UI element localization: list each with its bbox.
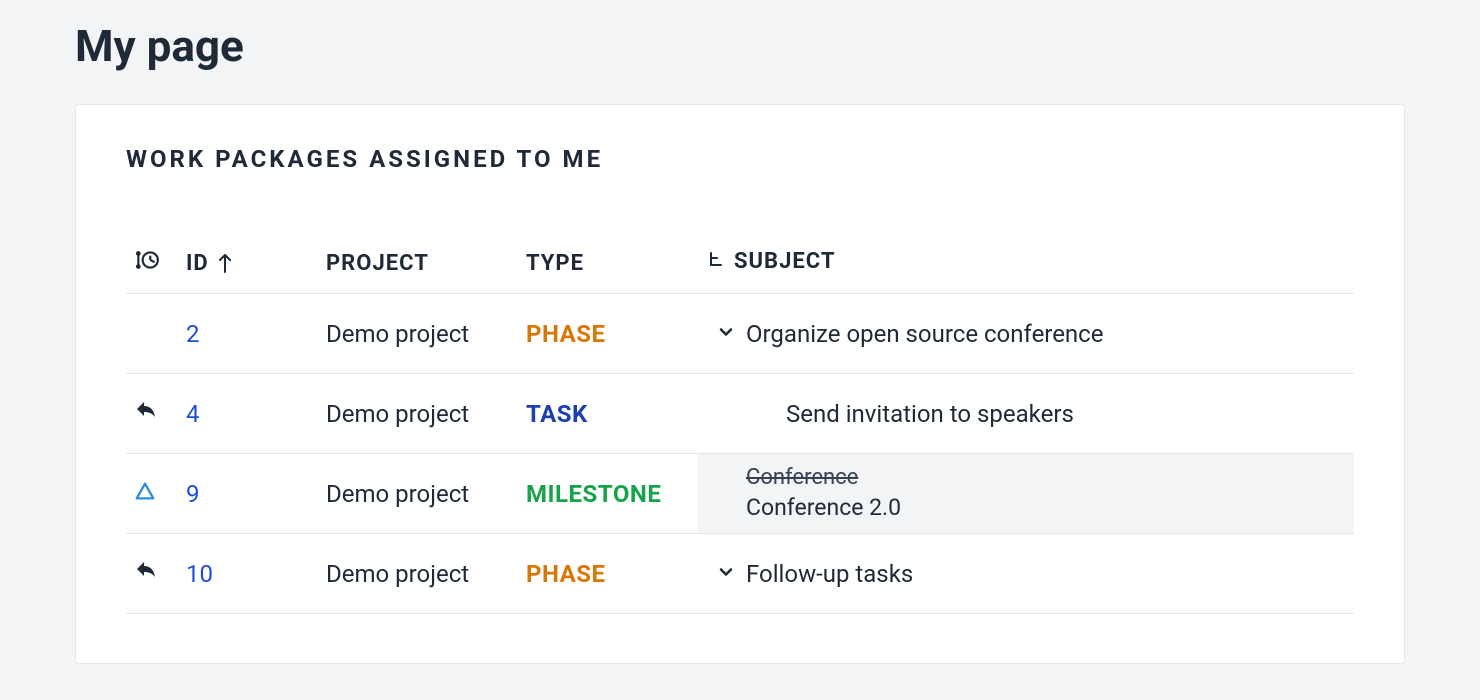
table-row[interactable]: 2 Demo projectPHASE Organize open source c… xyxy=(126,294,1354,374)
work-package-id-link[interactable]: 10 xyxy=(186,560,213,588)
id-cell: 9 xyxy=(178,454,318,534)
project-cell: Demo project xyxy=(318,294,518,374)
table-row[interactable]: 4 Demo projectTASK Send invitation to spea… xyxy=(126,374,1354,454)
work-packages-table: ID Project Type xyxy=(126,233,1354,614)
baseline-cell xyxy=(126,294,178,374)
subject-cell[interactable]: Follow-up tasks xyxy=(698,534,1354,614)
subject-new: Conference 2.0 xyxy=(746,493,901,523)
sort-asc-icon xyxy=(217,252,233,274)
id-cell: 4 xyxy=(178,374,318,454)
subject-text: Send invitation to speakers xyxy=(786,400,1074,428)
column-header-subject[interactable]: Subject xyxy=(698,233,1354,294)
chevron-down-icon xyxy=(716,320,736,348)
subject-cell[interactable]: ConferenceConference 2.0 xyxy=(698,454,1354,534)
subject-text: Organize open source conference xyxy=(746,320,1103,348)
widget-title: Work packages assigned to me xyxy=(126,145,1354,173)
reply-icon xyxy=(134,559,158,583)
chevron-down-icon xyxy=(716,560,736,588)
table-row[interactable]: 9Demo projectMILESTONEConferenceConferen… xyxy=(126,454,1354,534)
baseline-cell xyxy=(126,454,178,534)
subject-text: Follow-up tasks xyxy=(746,560,913,588)
subject-old: Conference xyxy=(746,464,901,493)
subject-cell[interactable]: Organize open source conference xyxy=(698,294,1354,374)
work-package-id-link[interactable]: 4 xyxy=(186,400,200,428)
baseline-compare-icon xyxy=(134,247,160,273)
column-header-id-label: ID xyxy=(186,251,209,276)
type-cell: TASK xyxy=(518,374,698,454)
baseline-cell xyxy=(126,534,178,614)
page-title: My page xyxy=(75,20,1405,72)
type-cell: PHASE xyxy=(518,294,698,374)
subject-cell[interactable]: Send invitation to speakers xyxy=(698,374,1354,454)
column-header-type[interactable]: Type xyxy=(518,233,698,294)
widget-card: Work packages assigned to me xyxy=(75,104,1405,664)
baseline-cell xyxy=(126,374,178,454)
expand-toggle[interactable] xyxy=(706,560,746,588)
column-header-subject-label: Subject xyxy=(734,249,835,274)
column-header-project[interactable]: Project xyxy=(318,233,518,294)
type-cell: MILESTONE xyxy=(518,454,698,534)
project-cell: Demo project xyxy=(318,534,518,614)
table-row[interactable]: 10 Demo projectPHASE Follow-up tasks xyxy=(126,534,1354,614)
column-header-id[interactable]: ID xyxy=(178,233,318,294)
project-cell: Demo project xyxy=(318,454,518,534)
type-cell: PHASE xyxy=(518,534,698,614)
work-package-id-link[interactable]: 9 xyxy=(186,480,200,508)
changed-delta-icon xyxy=(134,480,156,502)
id-cell: 2 xyxy=(178,294,318,374)
column-header-baseline[interactable] xyxy=(126,233,178,294)
reply-icon xyxy=(134,399,158,423)
hierarchy-icon xyxy=(706,251,726,271)
work-package-id-link[interactable]: 2 xyxy=(186,320,200,348)
id-cell: 10 xyxy=(178,534,318,614)
expand-toggle[interactable] xyxy=(706,320,746,348)
project-cell: Demo project xyxy=(318,374,518,454)
